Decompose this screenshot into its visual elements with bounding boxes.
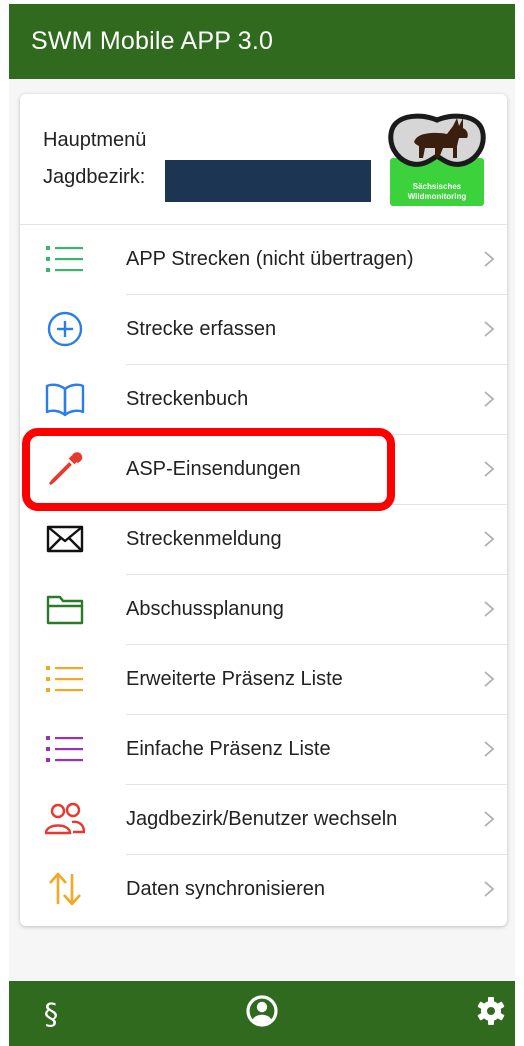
user-circle-icon — [245, 994, 279, 1033]
hunting-district-value-redacted — [165, 160, 371, 202]
menu-item-label: Jagdbezirk/Benutzer wechseln — [126, 808, 398, 830]
folder-icon — [45, 591, 85, 627]
main-menu-label: Hauptmenü — [43, 129, 147, 151]
gear-icon — [476, 996, 506, 1031]
list-icon — [45, 661, 85, 697]
book-icon — [45, 381, 85, 417]
mail-icon — [45, 521, 85, 557]
menu-item-abschussplanung[interactable]: Abschussplanung — [20, 574, 507, 644]
chevron-right-icon — [479, 319, 499, 339]
menu-item-label: Abschussplanung — [126, 598, 284, 620]
chevron-right-icon — [479, 529, 499, 549]
menu-item-label: Streckenbuch — [126, 388, 249, 410]
paragraph-icon: § — [43, 996, 59, 1031]
app-header: SWM Mobile APP 3.0 — [9, 4, 515, 79]
main-menu-card: Hauptmenü Jagdbezirk: Sächsisches Wildmo… — [20, 94, 507, 926]
logo-text-line-2: Wildmonitoring — [408, 192, 467, 201]
menu-item-daten-synchronisieren[interactable]: Daten synchronisieren — [20, 854, 507, 924]
menu-item-strecke-erfassen[interactable]: Strecke erfassen — [20, 294, 507, 364]
card-header: Hauptmenü Jagdbezirk: Sächsisches Wildmo… — [20, 94, 507, 224]
chevron-right-icon — [479, 389, 499, 409]
chevron-right-icon — [479, 879, 499, 899]
menu-item-label: Daten synchronisieren — [126, 878, 325, 900]
app-title: SWM Mobile APP 3.0 — [31, 27, 274, 55]
chevron-right-icon — [479, 249, 499, 269]
menu-item-label: Einfache Präsenz Liste — [126, 738, 331, 760]
sync-arrows-icon — [45, 871, 85, 907]
chevron-right-icon — [479, 669, 499, 689]
chevron-right-icon — [479, 809, 499, 829]
menu-item-einfache-praesenz-liste[interactable]: Einfache Präsenz Liste — [20, 714, 507, 784]
chevron-right-icon — [479, 459, 499, 479]
menu-item-asp-einsendungen[interactable]: ASP-Einsendungen — [20, 434, 507, 504]
chevron-right-icon — [479, 599, 499, 619]
wildmonitoring-logo: Sächsisches Wildmonitoring — [387, 112, 487, 208]
menu-item-app-strecken[interactable]: APP Strecken (nicht übertragen) — [20, 224, 507, 294]
menu-item-label: Streckenmeldung — [126, 528, 282, 550]
pipette-icon — [45, 451, 85, 487]
menu-item-label: APP Strecken (nicht übertragen) — [126, 248, 414, 270]
profile-button[interactable] — [232, 981, 292, 1046]
menu-item-label: Strecke erfassen — [126, 318, 277, 340]
list-icon — [45, 241, 85, 277]
menu-item-label: ASP-Einsendungen — [126, 458, 301, 480]
paragraph-button[interactable]: § — [21, 981, 81, 1046]
menu-item-label: Erweiterte Präsenz Liste — [126, 668, 343, 690]
bottom-navigation-bar: § — [9, 981, 515, 1046]
hunting-district-label: Jagdbezirk: — [43, 166, 146, 188]
add-circle-icon — [45, 311, 85, 347]
logo-text-line-1: Sächsisches — [413, 182, 462, 191]
menu-item-jagdbezirk-benutzer-wechseln[interactable]: Jagdbezirk/Benutzer wechseln — [20, 784, 507, 854]
settings-button[interactable] — [461, 981, 521, 1046]
users-icon — [45, 801, 85, 837]
menu-item-erweiterte-praesenz-liste[interactable]: Erweiterte Präsenz Liste — [20, 644, 507, 714]
menu-item-streckenmeldung[interactable]: Streckenmeldung — [20, 504, 507, 574]
list-icon — [45, 731, 85, 767]
main-menu-list: APP Strecken (nicht übertragen) Strecke … — [20, 224, 507, 924]
menu-item-streckenbuch[interactable]: Streckenbuch — [20, 364, 507, 434]
chevron-right-icon — [479, 739, 499, 759]
